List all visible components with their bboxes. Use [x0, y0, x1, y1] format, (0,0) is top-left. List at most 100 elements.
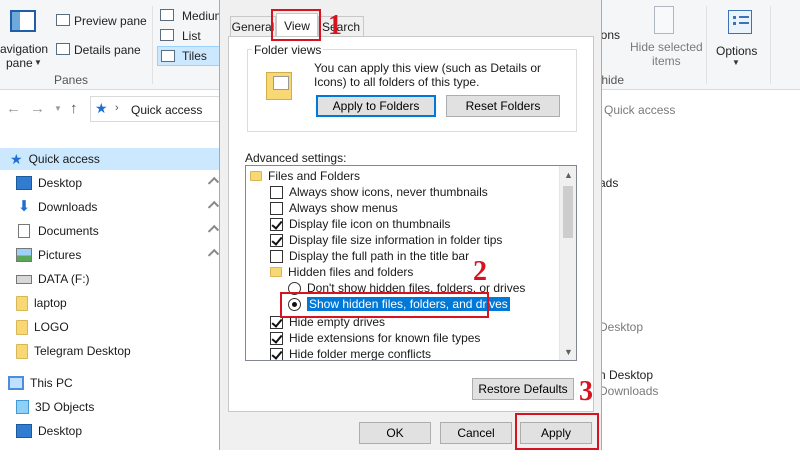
details-pane-button[interactable]: Details pane: [56, 41, 151, 59]
folder-views-description: You can apply this view (such as Details…: [314, 61, 542, 89]
computer-icon: [8, 376, 24, 390]
sidebar-item-quick-access[interactable]: ★ Quick access: [0, 148, 225, 170]
scrollbar-thumb[interactable]: [563, 186, 573, 238]
folder-views-label: Folder views: [252, 43, 324, 57]
picture-icon: [16, 248, 32, 262]
apply-to-folders-button[interactable]: Apply to Folders: [316, 95, 436, 117]
pin-icon[interactable]: [207, 176, 220, 189]
sidebar-item-documents[interactable]: Documents: [0, 220, 225, 242]
scroll-down-icon[interactable]: ▼: [560, 343, 576, 360]
checkbox[interactable]: [270, 217, 283, 231]
scroll-up-icon[interactable]: ▲: [560, 166, 576, 183]
pin-icon[interactable]: [207, 224, 220, 237]
ok-button[interactable]: OK: [359, 422, 431, 444]
folder-icon: [16, 319, 28, 335]
navigation-pane-button[interactable]: avigation pane ▼: [0, 4, 52, 70]
details-pane-icon: [56, 43, 70, 55]
restore-defaults-button[interactable]: Restore Defaults: [472, 378, 574, 400]
navigation-pane-icon: [10, 10, 36, 32]
hide-selected-label-1: Hide selected: [630, 40, 703, 54]
annotation-step-1: 1: [328, 10, 342, 41]
folder-options-dialog: General View Search Folder views You can…: [219, 0, 602, 450]
folder-icon: [250, 171, 262, 181]
scrollbar[interactable]: ▲ ▼: [559, 166, 576, 360]
list-icon: [160, 29, 174, 41]
navigation-pane-label-2: pane: [6, 56, 33, 70]
list-item: Files and Folders: [250, 168, 360, 184]
content-item-downloads-path: Downloads: [599, 384, 659, 398]
option-display-file-size[interactable]: Display file size information in folder …: [270, 232, 502, 248]
option-always-show-icons[interactable]: Always show icons, never thumbnails: [270, 184, 488, 200]
annotation-step-3: 3: [579, 376, 593, 407]
options-label: Options: [716, 44, 758, 58]
preview-pane-label: Preview pane: [74, 14, 147, 28]
annotation-step-2: 2: [473, 256, 487, 287]
annotation-box-view-tab: [271, 9, 321, 41]
up-arrow-icon[interactable]: ↑: [70, 100, 78, 117]
panes-group-label: Panes: [54, 73, 89, 87]
desktop-icon: [16, 176, 32, 190]
checkbox[interactable]: [270, 331, 283, 345]
navigation-pane-label-1: avigation: [0, 42, 49, 56]
sidebar-item-data-drive[interactable]: DATA (F:): [0, 268, 225, 290]
pin-icon[interactable]: [207, 200, 220, 213]
layout-tiles[interactable]: Tiles: [157, 46, 221, 66]
chevron-down-icon[interactable]: ▼: [54, 104, 62, 113]
content-item-desktop-fragment[interactable]: Desktop: [599, 320, 643, 334]
search-box-text[interactable]: n Quick access: [594, 103, 675, 117]
checkbox[interactable]: [270, 249, 283, 263]
sidebar-item-desktop[interactable]: Desktop: [0, 172, 225, 194]
address-bar[interactable]: ★ › Quick access: [90, 96, 220, 122]
hide-selected-label-2: items: [652, 54, 681, 68]
cancel-button[interactable]: Cancel: [440, 422, 512, 444]
sidebar-item-telegram-desktop[interactable]: Telegram Desktop: [0, 340, 225, 362]
layout-list-label: List: [182, 29, 201, 43]
checkbox[interactable]: [270, 185, 283, 199]
sidebar-item-desktop-pc[interactable]: Desktop: [0, 420, 225, 442]
layout-medium[interactable]: Medium: [158, 7, 225, 25]
preview-pane-button[interactable]: Preview pane: [56, 12, 151, 30]
sidebar-item-logo[interactable]: LOGO: [0, 316, 225, 338]
hide-selected-items-button[interactable]: Hide selected items: [626, 4, 703, 70]
preview-pane-icon: [56, 14, 70, 26]
option-display-full-path[interactable]: Display the full path in the title bar: [270, 248, 469, 264]
option-hide-extensions[interactable]: Hide extensions for known file types: [270, 330, 480, 346]
pin-icon[interactable]: [207, 248, 220, 261]
layout-list[interactable]: List: [158, 27, 222, 45]
hide-selected-icon: [654, 6, 674, 34]
sidebar-item-3d-objects[interactable]: 3D Objects: [0, 396, 225, 418]
checkbox[interactable]: [270, 201, 283, 215]
navigation-pane: ★ Quick access Desktop ⬇ Downloads Docum…: [0, 140, 225, 450]
content-item-telegram-fragment[interactable]: n Desktop: [599, 368, 653, 382]
sidebar-item-laptop[interactable]: laptop: [0, 292, 225, 314]
document-icon: [18, 224, 30, 238]
option-display-file-icon[interactable]: Display file icon on thumbnails: [270, 216, 450, 232]
drive-icon: [16, 274, 32, 284]
tab-general[interactable]: General: [230, 16, 276, 36]
option-always-show-menus[interactable]: Always show menus: [270, 200, 398, 216]
advanced-settings-list[interactable]: Files and Folders Always show icons, nev…: [245, 165, 577, 361]
chevron-down-icon: ▼: [732, 58, 740, 67]
medium-icons-icon: [160, 9, 174, 21]
reset-folders-button[interactable]: Reset Folders: [446, 95, 560, 117]
tiles-icon: [161, 50, 175, 62]
chevron-down-icon: ▼: [34, 58, 42, 67]
desktop-icon: [16, 424, 32, 438]
options-icon: [728, 10, 752, 34]
sidebar-item-this-pc[interactable]: This PC: [0, 372, 225, 394]
forward-arrow-icon[interactable]: →: [30, 100, 45, 117]
sidebar-item-downloads[interactable]: ⬇ Downloads: [0, 196, 225, 218]
sidebar-item-pictures[interactable]: Pictures: [0, 244, 225, 266]
options-button[interactable]: Options ▼: [712, 4, 768, 70]
list-item: Hidden files and folders: [270, 264, 413, 280]
back-arrow-icon[interactable]: ←: [6, 100, 21, 117]
annotation-box-apply: [515, 413, 599, 450]
checkbox[interactable]: [270, 347, 283, 360]
option-hide-merge-conflicts[interactable]: Hide folder merge conflicts: [270, 346, 431, 360]
checkbox[interactable]: [270, 233, 283, 247]
folder-views-icon: [266, 72, 292, 100]
folder-icon: [16, 343, 28, 359]
advanced-settings-label: Advanced settings:: [245, 151, 347, 165]
breadcrumb-chevron-icon: ›: [115, 102, 119, 114]
layout-tiles-label: Tiles: [182, 49, 207, 63]
